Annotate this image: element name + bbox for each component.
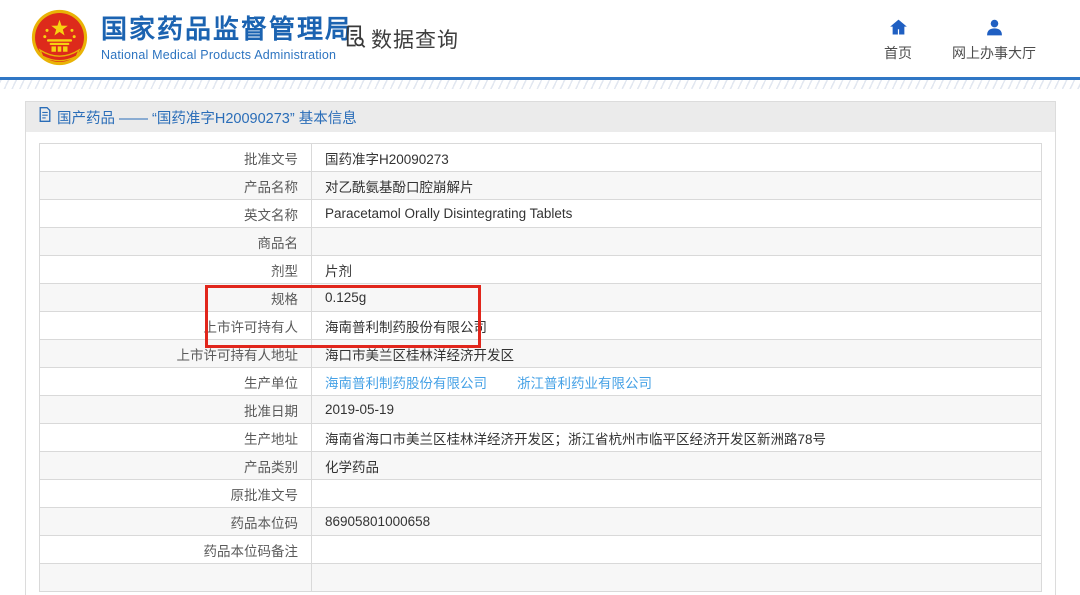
table-row: 商品名 [40, 228, 1042, 256]
china-national-emblem-icon [31, 9, 88, 66]
top-nav: 首页 网上办事大厅 [884, 17, 1036, 63]
result-panel: 国产药品 —— “国药准字H20090273” 基本信息 批准文号国药准字H20… [25, 101, 1056, 595]
document-icon [38, 107, 52, 127]
table-row: 药品本位码备注 [40, 536, 1042, 564]
field-label: 剂型 [40, 256, 312, 284]
field-value: 86905801000658 [312, 508, 1042, 536]
field-label: 产品类别 [40, 452, 312, 480]
site-header: 国家药品监督管理局 National Medical Products Admi… [0, 0, 1080, 77]
person-icon [952, 17, 1036, 39]
field-label: 生产单位 [40, 368, 312, 396]
field-value: Paracetamol Orally Disintegrating Tablet… [312, 200, 1042, 228]
field-value [312, 536, 1042, 564]
field-value: 海口市美兰区桂林洋经济开发区 [312, 340, 1042, 368]
field-value: 国药准字H20090273 [312, 144, 1042, 172]
hatch-stripe-band [0, 80, 1080, 89]
document-search-icon [341, 23, 368, 55]
site-title: 国家药品监督管理局 [101, 15, 353, 45]
data-query-section[interactable]: 数据查询 [341, 23, 459, 55]
field-label: 上市许可持有人地址 [40, 340, 312, 368]
drug-info-table: 批准文号国药准字H20090273产品名称对乙酰氨基酚口腔崩解片英文名称Para… [39, 143, 1042, 592]
field-value: 0.125g [312, 284, 1042, 312]
table-row: 产品名称对乙酰氨基酚口腔崩解片 [40, 172, 1042, 200]
table-row [40, 564, 1042, 592]
field-value: 对乙酰氨基酚口腔崩解片 [312, 172, 1042, 200]
site-subtitle: National Medical Products Administration [101, 48, 353, 62]
field-value [312, 228, 1042, 256]
table-row: 生产单位海南普利制药股份有限公司 浙江普利药业有限公司 [40, 368, 1042, 396]
field-label: 药品本位码 [40, 508, 312, 536]
field-label [40, 564, 312, 592]
nav-label: 首页 [884, 43, 912, 63]
table-row: 上市许可持有人地址海口市美兰区桂林洋经济开发区 [40, 340, 1042, 368]
info-table-body: 批准文号国药准字H20090273产品名称对乙酰氨基酚口腔崩解片英文名称Para… [40, 144, 1042, 592]
field-label: 上市许可持有人 [40, 312, 312, 340]
table-row: 上市许可持有人海南普利制药股份有限公司 [40, 312, 1042, 340]
page: 国家药品监督管理局 National Medical Products Admi… [0, 0, 1080, 595]
nav-label: 网上办事大厅 [952, 43, 1036, 63]
field-value: 海南省海口市美兰区桂林洋经济开发区；浙江省杭州市临平区经济开发区新洲路78号 [312, 424, 1042, 452]
field-label: 商品名 [40, 228, 312, 256]
field-label: 产品名称 [40, 172, 312, 200]
field-value: 2019-05-19 [312, 396, 1042, 424]
field-value: 化学药品 [312, 452, 1042, 480]
nav-item-service-hall[interactable]: 网上办事大厅 [952, 17, 1036, 63]
field-label: 批准日期 [40, 396, 312, 424]
field-label: 英文名称 [40, 200, 312, 228]
field-label: 规格 [40, 284, 312, 312]
field-label: 原批准文号 [40, 480, 312, 508]
table-row: 剂型片剂 [40, 256, 1042, 284]
producer-link[interactable]: 浙江普利药业有限公司 [517, 376, 652, 391]
table-row: 产品类别化学药品 [40, 452, 1042, 480]
table-row: 原批准文号 [40, 480, 1042, 508]
field-value: 海南普利制药股份有限公司 浙江普利药业有限公司 [312, 368, 1042, 396]
field-label: 药品本位码备注 [40, 536, 312, 564]
producer-link[interactable]: 海南普利制药股份有限公司 [325, 376, 487, 391]
home-icon [884, 17, 912, 39]
field-value [312, 564, 1042, 592]
table-row: 批准日期2019-05-19 [40, 396, 1042, 424]
field-label: 批准文号 [40, 144, 312, 172]
field-value [312, 480, 1042, 508]
field-value: 海南普利制药股份有限公司 [312, 312, 1042, 340]
nav-item-home[interactable]: 首页 [884, 17, 912, 63]
table-row: 规格0.125g [40, 284, 1042, 312]
field-label: 生产地址 [40, 424, 312, 452]
table-row: 生产地址海南省海口市美兰区桂林洋经济开发区；浙江省杭州市临平区经济开发区新洲路7… [40, 424, 1042, 452]
field-value: 片剂 [312, 256, 1042, 284]
table-row: 批准文号国药准字H20090273 [40, 144, 1042, 172]
site-brand: 国家药品监督管理局 National Medical Products Admi… [101, 15, 353, 62]
panel-titlebar: 国产药品 —— “国药准字H20090273” 基本信息 [26, 102, 1055, 132]
table-row: 英文名称Paracetamol Orally Disintegrating Ta… [40, 200, 1042, 228]
data-query-label: 数据查询 [371, 24, 459, 54]
table-wrap: 批准文号国药准字H20090273产品名称对乙酰氨基酚口腔崩解片英文名称Para… [26, 132, 1055, 595]
table-row: 药品本位码86905801000658 [40, 508, 1042, 536]
panel-title: 国产药品 —— “国药准字H20090273” 基本信息 [57, 107, 357, 128]
